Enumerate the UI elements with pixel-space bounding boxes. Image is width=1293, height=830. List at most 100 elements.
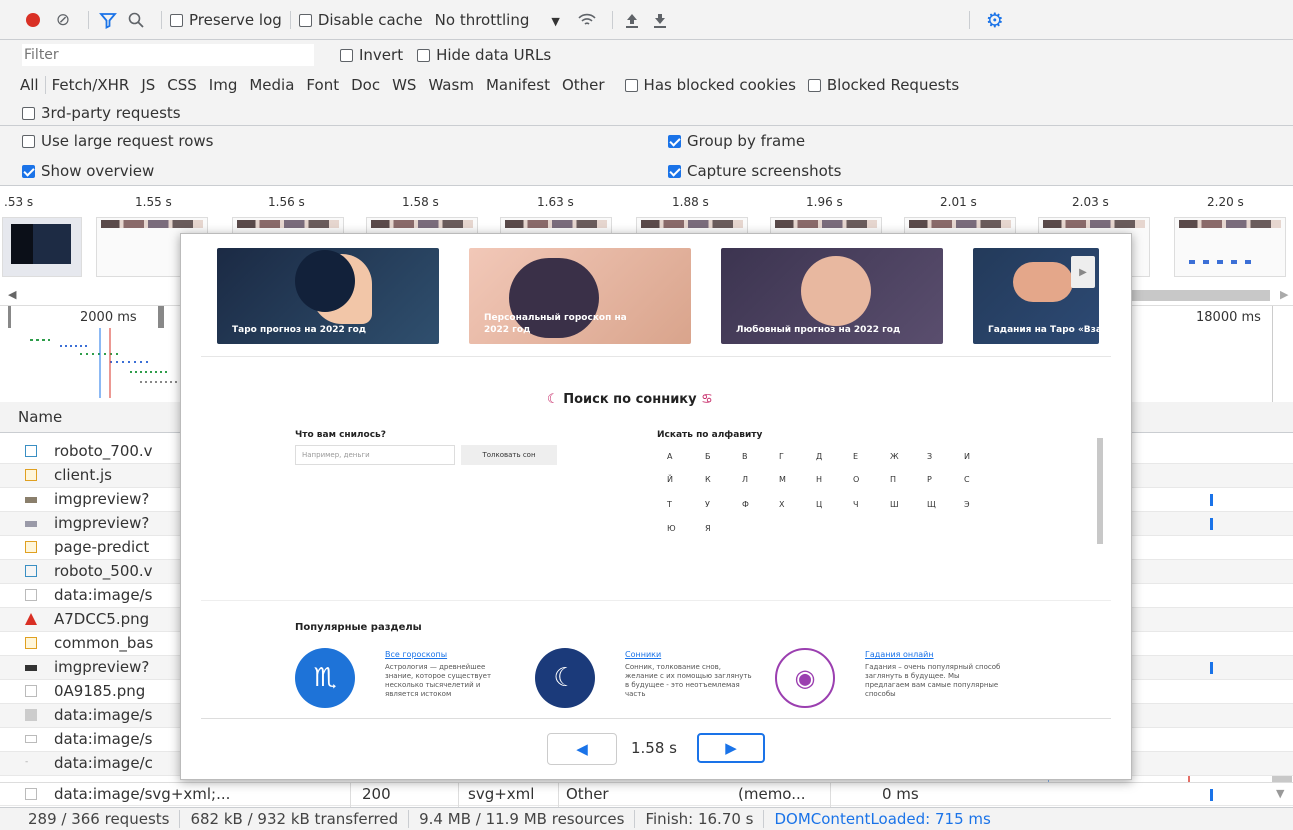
type-css[interactable]: CSS [167, 76, 197, 94]
letter-link[interactable]: Я [705, 524, 711, 533]
file-icon [25, 589, 37, 601]
hide-data-urls-checkbox[interactable]: Hide data URLs [417, 46, 551, 64]
popular-link[interactable]: Сонники [625, 650, 755, 659]
alphabet-label: Искать по алфавиту [657, 430, 763, 440]
script-file-icon [25, 637, 37, 649]
popular-link[interactable]: Все гороскопы [385, 650, 515, 659]
invert-checkbox[interactable]: Invert [340, 46, 403, 64]
has-blocked-cookies-checkbox[interactable]: Has blocked cookies [624, 76, 796, 94]
scroll-down-icon[interactable]: ▼ [1276, 787, 1284, 800]
letter-link[interactable]: Д [816, 452, 822, 461]
show-overview-checkbox[interactable]: Show overview [22, 162, 154, 180]
letter-link[interactable]: К [705, 475, 711, 484]
card-title: Любовный прогноз на 2022 год [736, 325, 901, 335]
type-all[interactable]: All [20, 76, 39, 94]
interpret-button[interactable]: Толковать сон [461, 445, 557, 465]
type-js[interactable]: JS [141, 76, 155, 94]
large-rows-checkbox[interactable]: Use large request rows [22, 132, 213, 150]
screenshot-time: 1.58 s [631, 739, 677, 757]
table-row[interactable]: data:image/svg+xml;... 200 svg+xml Other… [0, 782, 1293, 807]
error-icon [25, 613, 37, 625]
scroll-right-icon[interactable]: ▶ [1280, 288, 1288, 301]
image-file-icon [25, 665, 37, 671]
throttling-select[interactable]: No throttling ▼ [435, 11, 560, 29]
filmstrip-time: 1.63 s [537, 195, 574, 209]
letter-link[interactable]: М [779, 475, 786, 484]
popular-item[interactable]: Все гороскопы Астрология — древнейшее зн… [385, 650, 515, 699]
record-icon[interactable] [26, 12, 40, 27]
type-other[interactable]: Other [562, 76, 605, 94]
popular-item[interactable]: Гадания онлайн Гадания – очень популярны… [865, 650, 1005, 699]
capture-screenshots-checkbox[interactable]: Capture screenshots [668, 162, 841, 180]
network-conditions-icon[interactable] [576, 9, 598, 31]
letter-link[interactable]: Э [964, 500, 970, 509]
blocked-requests-label: Blocked Requests [826, 76, 960, 94]
section-divider [201, 356, 1111, 357]
letter-link[interactable]: Б [705, 452, 711, 461]
letter-link[interactable]: Ч [853, 500, 858, 509]
letter-link[interactable]: Ф [742, 500, 749, 509]
column-name[interactable]: Name [18, 408, 62, 426]
letter-link[interactable]: Р [927, 475, 932, 484]
font-file-icon [25, 445, 37, 457]
filmstrip-frame[interactable] [2, 217, 82, 277]
letter-link[interactable]: Щ [927, 500, 936, 509]
letter-link[interactable]: Х [779, 500, 784, 509]
letter-link[interactable]: В [742, 452, 748, 461]
group-by-frame-checkbox[interactable]: Group by frame [668, 132, 805, 150]
type-wasm[interactable]: Wasm [428, 76, 474, 94]
popular-link[interactable]: Гадания онлайн [865, 650, 1005, 659]
settings-gear-icon[interactable]: ⚙ [984, 8, 1006, 32]
letter-link[interactable]: Ю [667, 524, 676, 533]
letter-link[interactable]: Ж [890, 452, 899, 461]
letter-link[interactable]: Л [742, 475, 748, 484]
export-har-icon[interactable] [649, 9, 671, 31]
dom-content-loaded: DOMContentLoaded: 715 ms [774, 810, 991, 828]
letter-link[interactable]: З [927, 452, 932, 461]
type-doc[interactable]: Doc [351, 76, 380, 94]
type-ws[interactable]: WS [392, 76, 416, 94]
dream-search-input[interactable]: Например, деньги [295, 445, 455, 465]
request-name: data:image/c [54, 754, 153, 772]
card-title: Персональный гороскоп на 2022 год [484, 313, 627, 335]
letter-link[interactable]: Е [853, 452, 858, 461]
filter-input[interactable] [22, 44, 314, 66]
letter-link[interactable]: Н [816, 475, 822, 484]
card-title: Гадания на Таро «Взаимоотнош [988, 325, 1099, 335]
preserve-log-checkbox[interactable]: Preserve log [170, 11, 282, 29]
blocked-requests-checkbox[interactable]: Blocked Requests [807, 76, 960, 94]
type-font[interactable]: Font [306, 76, 339, 94]
request-name: roboto_700.v [54, 442, 153, 460]
letter-link[interactable]: П [890, 475, 896, 484]
next-screenshot-button[interactable]: ▶ [697, 733, 765, 763]
type-manifest[interactable]: Manifest [486, 76, 550, 94]
type-fetch-xhr[interactable]: Fetch/XHR [52, 76, 130, 94]
previous-screenshot-button[interactable]: ◀ [547, 733, 617, 765]
filmstrip-frame[interactable] [1174, 217, 1286, 277]
type-media[interactable]: Media [249, 76, 294, 94]
scroll-thumb[interactable] [1130, 290, 1270, 301]
scroll-left-icon[interactable]: ◀ [8, 288, 16, 301]
clear-icon[interactable]: ⊘ [52, 9, 74, 31]
letter-link[interactable]: Й [667, 475, 673, 484]
search-icon[interactable] [125, 9, 147, 31]
letter-link[interactable]: Ц [816, 500, 822, 509]
letter-link[interactable]: Т [667, 500, 672, 509]
import-har-icon[interactable] [621, 9, 643, 31]
letter-link[interactable]: А [667, 452, 672, 461]
request-initiator: Other [566, 785, 609, 803]
letter-link[interactable]: О [853, 475, 859, 484]
third-party-checkbox[interactable]: 3rd-party requests [22, 104, 181, 122]
section-divider [201, 600, 1111, 601]
carousel-next-button[interactable]: ▶ [1071, 256, 1095, 288]
letter-link[interactable]: Г [779, 452, 784, 461]
letter-link[interactable]: Ш [890, 500, 899, 509]
preview-scrollbar[interactable] [1097, 438, 1103, 544]
popular-item[interactable]: Сонники Сонник, толкование снов, желание… [625, 650, 755, 699]
type-img[interactable]: Img [209, 76, 238, 94]
letter-link[interactable]: И [964, 452, 970, 461]
disable-cache-checkbox[interactable]: Disable cache [298, 11, 423, 29]
letter-link[interactable]: У [705, 500, 710, 509]
letter-link[interactable]: С [964, 475, 970, 484]
filter-icon[interactable] [97, 9, 119, 31]
